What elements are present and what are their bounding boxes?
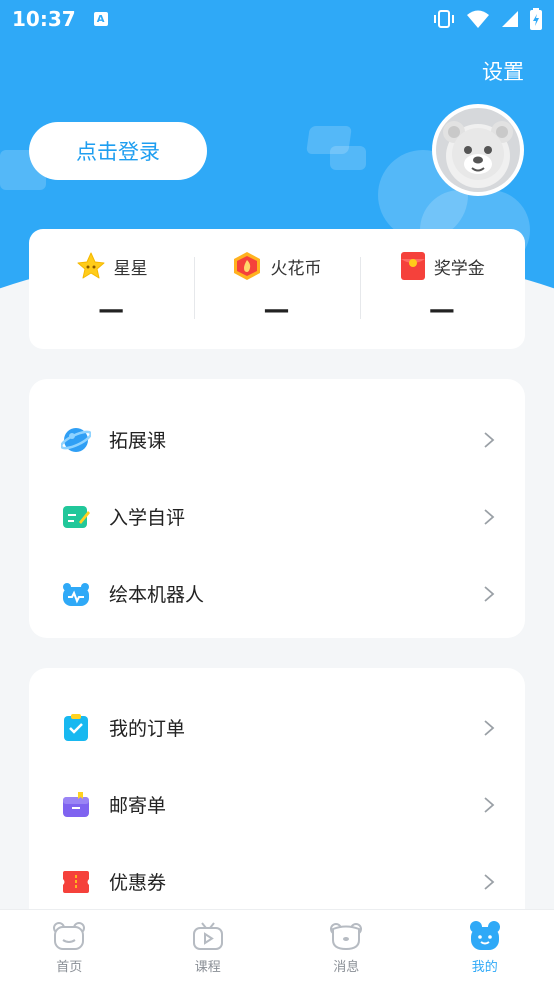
- stat-stars[interactable]: 星星 —: [29, 229, 194, 349]
- nav-tab-profile[interactable]: 我的: [416, 910, 554, 984]
- battery-icon: [530, 8, 542, 30]
- chevron-right-icon: [484, 796, 495, 813]
- menu-item-picture-book-robot[interactable]: 绘本机器人: [29, 555, 525, 632]
- signal-icon: [502, 11, 518, 27]
- robot-icon: [61, 579, 91, 609]
- star-icon: [77, 252, 105, 279]
- nav-label: 首页: [56, 960, 83, 975]
- stat-label: 星星: [113, 258, 148, 279]
- nav-tab-home[interactable]: 首页: [0, 910, 139, 984]
- avatar[interactable]: [432, 104, 524, 196]
- menu-item-label: 入学自评: [109, 507, 186, 529]
- chevron-right-icon: [484, 873, 495, 890]
- stats-card: 星星 — 火花币 — 奖学金 —: [29, 229, 525, 349]
- home-bear-icon: [53, 922, 86, 950]
- wifi-icon: [467, 10, 489, 28]
- nav-label: 我的: [471, 960, 498, 975]
- a-icon: A: [93, 12, 108, 26]
- stat-label: 火花币: [270, 258, 322, 279]
- menu-card-orders: 我的订单 邮寄单 优惠券: [29, 668, 525, 928]
- bear-avatar-icon: [443, 121, 513, 188]
- red-envelope-icon: [400, 252, 425, 280]
- menu-item-label: 绘本机器人: [109, 584, 205, 606]
- nav-label: 课程: [194, 960, 221, 975]
- stat-value: —: [98, 295, 126, 325]
- bottom-nav: 首页 课程 消息 我的: [0, 909, 554, 984]
- stat-fire-coins[interactable]: 火花币 —: [194, 229, 359, 349]
- stat-label: 奖学金: [433, 258, 485, 279]
- vibrate-icon: [434, 10, 454, 28]
- status-time: 10:37: [12, 7, 76, 31]
- chevron-right-icon: [484, 585, 495, 602]
- menu-item-mailing-list[interactable]: 邮寄单: [29, 766, 525, 843]
- menu-item-self-assessment[interactable]: 入学自评: [29, 478, 525, 555]
- nav-tab-course[interactable]: 课程: [139, 910, 278, 984]
- menu-item-label: 我的订单: [109, 718, 186, 740]
- coupon-icon: [61, 867, 91, 897]
- menu-item-my-orders[interactable]: 我的订单: [29, 689, 525, 766]
- chevron-right-icon: [484, 719, 495, 736]
- menu-item-extension-course[interactable]: 拓展课: [29, 401, 525, 478]
- menu-item-label: 优惠券: [109, 872, 167, 894]
- menu-item-label: 邮寄单: [109, 795, 167, 817]
- nav-label: 消息: [333, 960, 360, 975]
- menu-item-label: 拓展课: [109, 430, 167, 452]
- login-button[interactable]: 点击登录: [29, 122, 207, 180]
- stat-scholarship[interactable]: 奖学金 —: [359, 229, 525, 349]
- order-icon: [61, 713, 91, 743]
- status-bar: 10:37 A: [0, 0, 554, 38]
- nav-tab-messages[interactable]: 消息: [277, 910, 416, 984]
- message-bear-icon: [330, 923, 363, 951]
- planet-icon: [61, 425, 91, 455]
- chevron-right-icon: [484, 508, 495, 525]
- fire-coin-icon: [234, 252, 261, 280]
- stat-value: —: [428, 295, 456, 325]
- chevron-right-icon: [484, 431, 495, 448]
- mailing-box-icon: [61, 790, 91, 820]
- profile-bear-icon: [469, 921, 500, 950]
- course-tv-icon: [192, 922, 223, 950]
- stat-value: —: [263, 295, 291, 325]
- menu-card-learning: 拓展课 入学自评 绘本机器人: [29, 379, 525, 638]
- settings-button[interactable]: 设置: [482, 56, 524, 86]
- self-assessment-icon: [61, 502, 91, 532]
